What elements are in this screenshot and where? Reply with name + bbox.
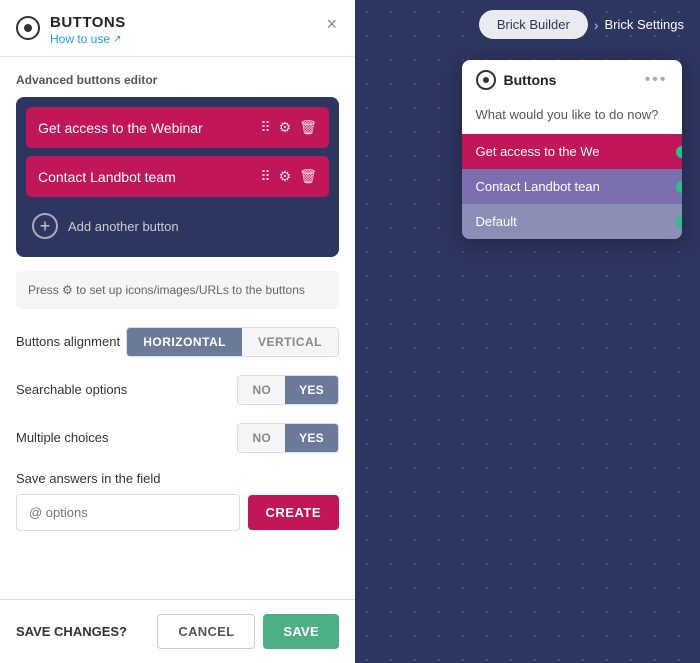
save-answers-section: Save answers in the field CREATE — [16, 471, 339, 531]
footer-label: SAVE CHANGES? — [16, 624, 127, 639]
floating-card: Buttons ••• What would you like to do no… — [462, 60, 682, 239]
delete-icon-webinar[interactable]: 🗑 — [299, 119, 317, 136]
save-answers-input[interactable] — [16, 494, 240, 531]
brick-settings-tab[interactable]: Brick Settings — [605, 17, 684, 32]
alignment-row: Buttons alignment HORIZONTAL VERTICAL — [16, 327, 339, 357]
card-button-webinar[interactable]: Get access to the We — [462, 134, 682, 169]
card-btn-connector-2 — [676, 216, 682, 228]
create-button[interactable]: CREATE — [248, 495, 339, 530]
button-actions-webinar: ⠿ ⚙ 🗑 — [260, 119, 317, 136]
panel-title: BUTTONS — [50, 14, 126, 31]
card-question: What would you like to do now? — [462, 100, 682, 134]
card-menu-icon[interactable]: ••• — [645, 71, 668, 89]
editor-title: Advanced buttons editor — [16, 73, 339, 87]
external-link-icon: ↗ — [113, 34, 121, 45]
card-buttons-icon — [476, 70, 496, 90]
how-to-use-link[interactable]: How to use ↗ — [50, 32, 126, 46]
horizontal-toggle[interactable]: HORIZONTAL — [127, 328, 242, 356]
hint-box: Press ⚙ to set up icons/images/URLs to t… — [16, 271, 339, 309]
delete-icon-landbot[interactable]: 🗑 — [299, 168, 317, 185]
vertical-toggle[interactable]: VERTICAL — [242, 328, 338, 356]
gear-inline-icon: ⚙ — [62, 283, 73, 297]
right-panel: Brick Builder › Brick Settings Buttons •… — [355, 0, 700, 663]
button-item-landbot: Contact Landbot team ⠿ ⚙ 🗑 — [26, 156, 329, 197]
left-panel: BUTTONS How to use ↗ × Advanced buttons … — [0, 0, 355, 663]
gear-icon-webinar[interactable]: ⚙ — [279, 119, 292, 136]
panel-header-left: BUTTONS How to use ↗ — [16, 14, 126, 46]
buttons-icon — [16, 16, 40, 40]
card-title: Buttons — [504, 72, 557, 88]
card-button-default[interactable]: Default — [462, 204, 682, 239]
card-header: Buttons ••• — [462, 60, 682, 100]
buttons-list: Get access to the Webinar ⠿ ⚙ 🗑 Contact … — [16, 97, 339, 257]
searchable-row: Searchable options NO YES — [16, 375, 339, 405]
drag-icon-landbot[interactable]: ⠿ — [260, 168, 270, 185]
save-answers-title: Save answers in the field — [16, 471, 339, 486]
button-label-webinar: Get access to the Webinar — [38, 120, 260, 136]
searchable-no[interactable]: NO — [238, 376, 285, 404]
alignment-toggle: HORIZONTAL VERTICAL — [126, 327, 339, 357]
searchable-yes[interactable]: YES — [285, 376, 338, 404]
multiple-toggle: NO YES — [237, 423, 339, 453]
gear-icon-landbot[interactable]: ⚙ — [279, 168, 292, 185]
hint-text: Press ⚙ to set up icons/images/URLs to t… — [28, 283, 305, 297]
card-btn-connector-1 — [676, 181, 682, 193]
add-button-label: Add another button — [68, 219, 179, 234]
panel-title-block: BUTTONS How to use ↗ — [50, 14, 126, 46]
card-btn-connector-0 — [676, 146, 682, 158]
footer-actions: CANCEL SAVE — [157, 614, 339, 649]
add-button-row[interactable]: + Add another button — [26, 205, 329, 247]
panel-body: Advanced buttons editor Get access to th… — [0, 57, 355, 599]
multiple-yes[interactable]: YES — [285, 424, 338, 452]
card-header-left: Buttons — [476, 70, 557, 90]
searchable-toggle: NO YES — [237, 375, 339, 405]
searchable-label: Searchable options — [16, 382, 127, 399]
right-nav: Brick Builder › Brick Settings — [355, 0, 700, 49]
button-item-webinar: Get access to the Webinar ⠿ ⚙ 🗑 — [26, 107, 329, 148]
brick-builder-tab[interactable]: Brick Builder — [479, 10, 588, 39]
multiple-label: Multiple choices — [16, 430, 109, 447]
panel-footer: SAVE CHANGES? CANCEL SAVE — [0, 599, 355, 663]
add-circle-icon: + — [32, 213, 58, 239]
close-button[interactable]: × — [324, 14, 339, 35]
card-button-landbot[interactable]: Contact Landbot tean — [462, 169, 682, 204]
cancel-button[interactable]: CANCEL — [157, 614, 255, 649]
multiple-row: Multiple choices NO YES — [16, 423, 339, 453]
drag-icon-webinar[interactable]: ⠿ — [260, 119, 270, 136]
panel-header: BUTTONS How to use ↗ × — [0, 0, 355, 57]
button-actions-landbot: ⠿ ⚙ 🗑 — [260, 168, 317, 185]
button-label-landbot: Contact Landbot team — [38, 169, 260, 185]
multiple-no[interactable]: NO — [238, 424, 285, 452]
breadcrumb-chevron: › — [594, 17, 599, 33]
save-button[interactable]: SAVE — [263, 614, 339, 649]
save-answers-row: CREATE — [16, 494, 339, 531]
alignment-label: Buttons alignment — [16, 334, 120, 351]
